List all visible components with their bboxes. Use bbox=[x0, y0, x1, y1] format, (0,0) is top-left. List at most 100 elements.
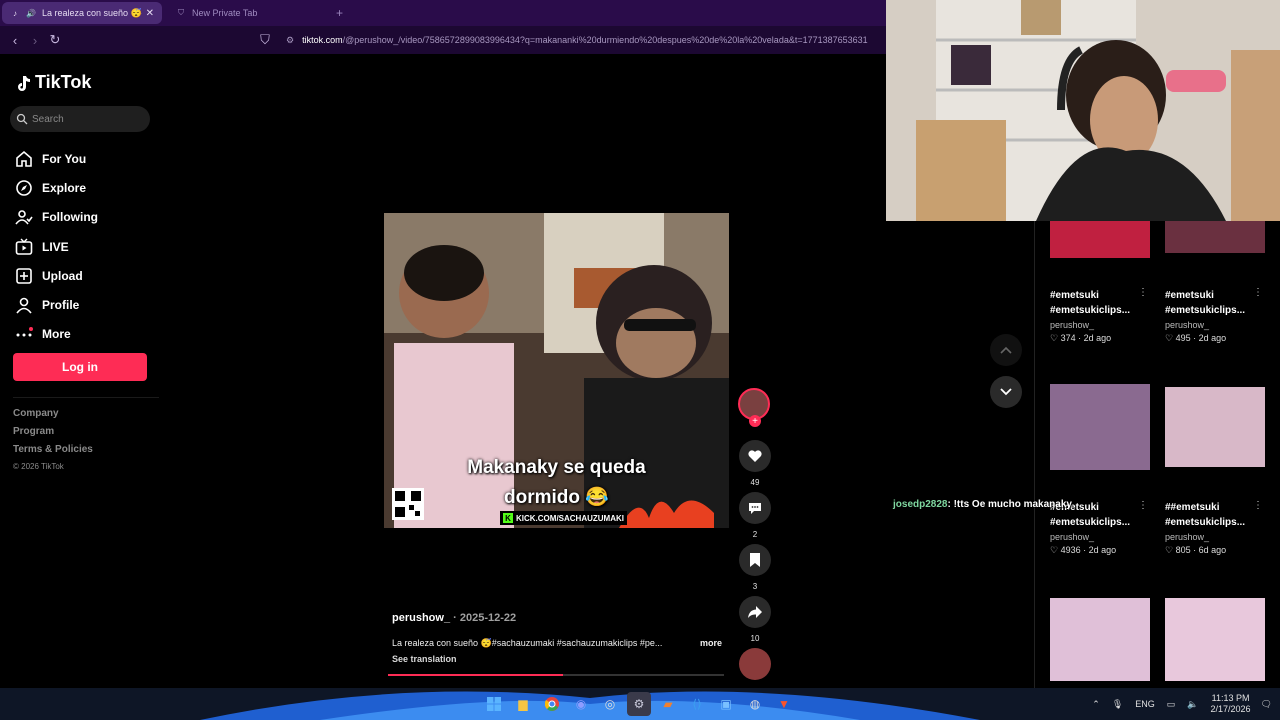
app-icon[interactable]: ▰ bbox=[656, 692, 680, 716]
see-translation-link[interactable]: See translation bbox=[392, 654, 722, 664]
comment-button[interactable]: 2 bbox=[739, 492, 771, 539]
sidebar-item-for-you[interactable]: For You bbox=[15, 144, 98, 173]
footer-link-company[interactable]: Company bbox=[13, 408, 93, 426]
obs-icon[interactable]: ◎ bbox=[598, 692, 622, 716]
tab-tiktok[interactable]: ♪ 🔊 La realeza con sueño 😴#sac ✕ bbox=[2, 2, 162, 24]
home-icon bbox=[16, 150, 32, 167]
card-tag-2: #emetsukiclips... bbox=[1165, 517, 1246, 528]
volume-icon[interactable]: 🔈 bbox=[1187, 699, 1198, 710]
game-app-icon[interactable]: ◍ bbox=[743, 692, 767, 716]
forward-icon[interactable]: › bbox=[25, 33, 45, 48]
address-bar[interactable]: ⚙ tiktok.com /@perushow_/video/758657289… bbox=[286, 30, 868, 50]
video-description: perushow_ · 2025-12-22 La realeza con su… bbox=[392, 612, 722, 664]
card-menu-icon[interactable]: ⋮ bbox=[1253, 500, 1263, 511]
speaker-icon[interactable]: 🔊 bbox=[26, 8, 36, 18]
video-player[interactable]: Makanaky se queda dormido 😂 K KICK.COM/S… bbox=[384, 213, 729, 528]
footer-link-terms[interactable]: Terms & Policies bbox=[13, 444, 93, 462]
live-icon bbox=[15, 238, 33, 255]
sidebar-item-label: For You bbox=[42, 151, 87, 166]
profile-icon bbox=[16, 297, 32, 314]
close-tab-icon[interactable]: ✕ bbox=[146, 8, 154, 19]
reload-icon[interactable]: ↻ bbox=[45, 32, 65, 48]
card-tag: #emetsuki bbox=[1165, 290, 1214, 301]
author-line: perushow_ · 2025-12-22 bbox=[392, 612, 722, 624]
related-card[interactable]: ⋮ ##emetsuki #emetsukiclips... perushow_… bbox=[1165, 387, 1267, 556]
sidebar-item-live[interactable]: LIVE bbox=[15, 232, 98, 261]
follow-plus-icon[interactable]: + bbox=[749, 415, 761, 427]
author-avatar[interactable]: + bbox=[738, 388, 770, 427]
new-tab-icon[interactable]: + bbox=[336, 6, 343, 20]
discord-icon[interactable]: ◉ bbox=[569, 692, 593, 716]
site-settings-icon[interactable]: ⚙ bbox=[286, 35, 294, 46]
author-name[interactable]: perushow_ bbox=[392, 612, 450, 624]
video-progress-bar[interactable] bbox=[388, 674, 724, 676]
login-button[interactable]: Log in bbox=[13, 353, 147, 381]
save-button[interactable]: 3 bbox=[739, 544, 771, 591]
sidebar-item-label: More bbox=[42, 327, 71, 342]
tray-overflow-icon[interactable]: ⌃ bbox=[1092, 699, 1100, 710]
card-menu-icon[interactable]: ⋮ bbox=[1253, 287, 1263, 298]
card-tag: #emetsuki bbox=[1050, 290, 1099, 301]
notifications-icon[interactable]: 🗨 bbox=[1261, 699, 1272, 710]
language-indicator[interactable]: ENG bbox=[1135, 699, 1155, 709]
webcam-frame bbox=[886, 0, 1280, 221]
sidebar-item-label: Profile bbox=[42, 298, 80, 313]
card-age: 6d ago bbox=[1198, 545, 1227, 555]
clock-time: 11:13 PM bbox=[1211, 693, 1250, 703]
related-card[interactable] bbox=[1050, 598, 1152, 681]
related-videos-grid: ⋮ #emetsuki #emetsukiclips... perushow_ … bbox=[1034, 221, 1280, 688]
vscode-icon[interactable]: ⟨⟩ bbox=[685, 692, 709, 716]
tab-label: La realeza con sueño 😴#sac bbox=[42, 7, 142, 18]
related-card[interactable] bbox=[1165, 598, 1267, 681]
tiktok-logo-icon bbox=[18, 75, 30, 91]
next-video-button[interactable] bbox=[990, 376, 1022, 408]
search-input[interactable]: Search bbox=[10, 106, 150, 132]
card-menu-icon[interactable]: ⋮ bbox=[1138, 500, 1148, 511]
network-icon[interactable]: ▭ bbox=[1167, 699, 1176, 710]
back-icon[interactable]: ‹ bbox=[5, 33, 25, 48]
steam-icon[interactable]: ⚙ bbox=[627, 692, 651, 716]
sidebar-item-upload[interactable]: Upload bbox=[15, 261, 98, 290]
sidebar-item-following[interactable]: Following bbox=[15, 203, 98, 232]
post-date: · 2025-12-22 bbox=[453, 612, 517, 624]
sidebar-item-label: Following bbox=[42, 210, 98, 225]
previous-video-button[interactable] bbox=[990, 334, 1022, 366]
card-tag-2: #emetsukiclips... bbox=[1165, 305, 1246, 316]
url-path: /@perushow_/video/7586572899083996434?q=… bbox=[342, 35, 868, 45]
brave-icon[interactable]: ▼ bbox=[772, 692, 796, 716]
video-overlay-line1: Makanaky se queda bbox=[467, 457, 646, 478]
footer-link-program[interactable]: Program bbox=[13, 426, 93, 444]
related-thumbnail bbox=[1050, 384, 1150, 470]
upload-icon bbox=[16, 268, 32, 284]
more-link[interactable]: more bbox=[700, 638, 722, 649]
sidebar-item-explore[interactable]: Explore bbox=[15, 173, 98, 202]
related-card[interactable]: ⋮ #emetsuki #emetsukiclips... perushow_ … bbox=[1165, 221, 1267, 344]
microphone-icon[interactable]: 🎙 bbox=[1112, 699, 1123, 710]
bookmark-icon bbox=[750, 553, 760, 567]
card-user: perushow_ bbox=[1050, 320, 1095, 330]
chrome-icon[interactable] bbox=[540, 692, 564, 716]
following-icon bbox=[15, 210, 33, 225]
like-button[interactable]: 49 bbox=[739, 440, 771, 487]
windows-start-icon[interactable] bbox=[482, 692, 506, 716]
share-button[interactable]: 10 bbox=[739, 596, 771, 643]
card-meta: ♡ 4936 · 2d ago bbox=[1050, 545, 1117, 555]
bookmark-icon[interactable]: ⛉ bbox=[255, 32, 275, 48]
related-card[interactable]: ⋮ #emetsuki #emetsukiclips... perushow_ … bbox=[1050, 221, 1152, 344]
private-shield-icon: ⛉ bbox=[178, 8, 184, 17]
file-explorer-icon[interactable]: ▆ bbox=[511, 692, 535, 716]
photos-icon[interactable]: ▣ bbox=[714, 692, 738, 716]
sidebar-item-profile[interactable]: Profile bbox=[15, 290, 98, 319]
music-disc-avatar[interactable] bbox=[739, 648, 771, 680]
sidebar-item-more[interactable]: More bbox=[15, 320, 98, 349]
chat-text: : !tts Oe mucho makanaky bbox=[947, 499, 1072, 510]
kick-logo-icon: K bbox=[503, 513, 513, 523]
tiktok-logo[interactable]: TikTok bbox=[15, 72, 91, 93]
video-progress-fill bbox=[388, 674, 563, 676]
tab-new-private[interactable]: ⛉ New Private Tab bbox=[168, 2, 338, 24]
card-menu-icon[interactable]: ⋮ bbox=[1138, 287, 1148, 298]
clock[interactable]: 11:13 PM 2/17/2026 bbox=[1211, 693, 1251, 715]
related-card[interactable]: ⋮ #emetsuki #emetsukiclips... perushow_ … bbox=[1050, 384, 1152, 556]
search-icon bbox=[16, 113, 28, 125]
card-meta: ♡ 805 · 6d ago bbox=[1165, 545, 1227, 555]
